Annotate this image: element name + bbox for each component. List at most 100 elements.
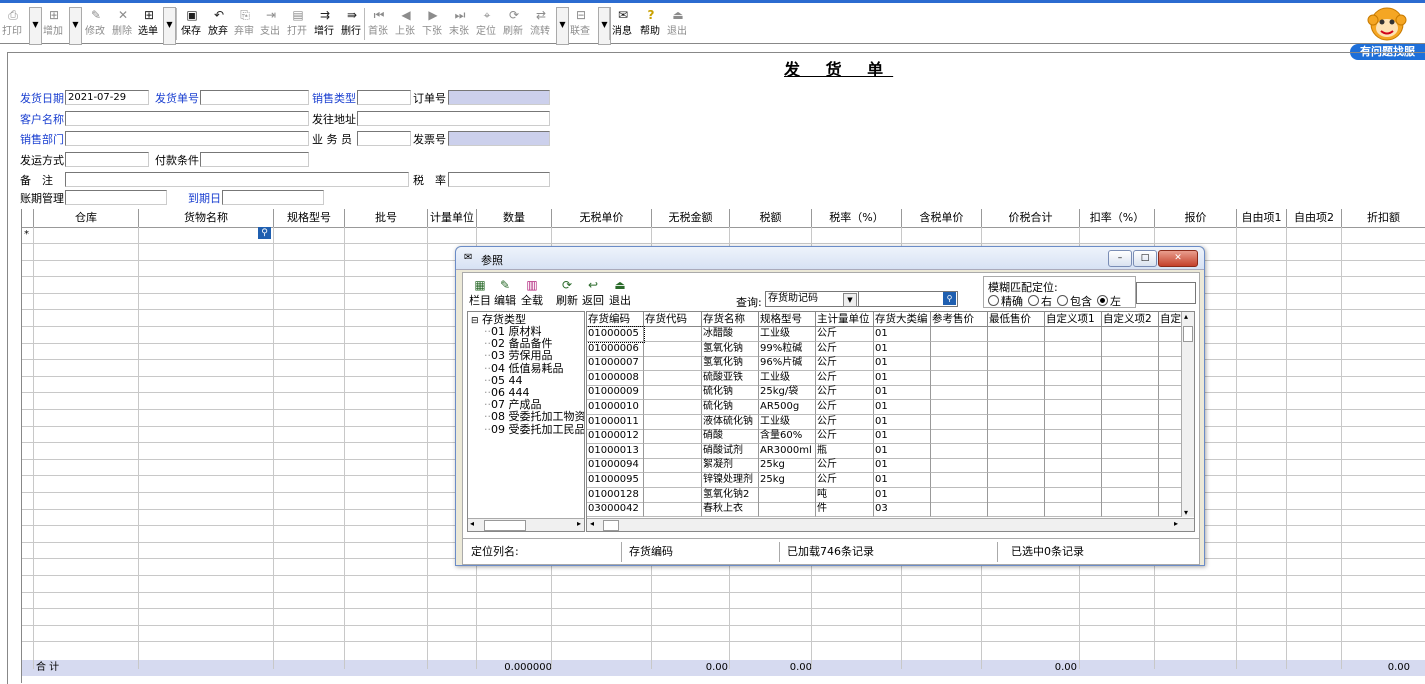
ref-grid-cell[interactable] [1159, 502, 1182, 518]
load-all-button[interactable]: ▥ 全载 [520, 278, 544, 308]
ship-method-field[interactable] [65, 152, 149, 167]
scroll-right-icon[interactable]: ▸ [577, 519, 581, 528]
ref-grid-code-cell[interactable]: 01000013 [587, 443, 644, 459]
ref-grid-header[interactable]: 存货代码 [644, 312, 702, 327]
ref-grid-cell[interactable] [644, 385, 702, 401]
grid-header-cell[interactable]: 规格型号 [274, 209, 345, 228]
grid-header-cell[interactable]: 自由项1 [1237, 209, 1287, 228]
ref-grid-cell[interactable] [1159, 341, 1182, 357]
ref-grid-cell[interactable] [1045, 327, 1102, 342]
ref-grid-cell[interactable] [1159, 400, 1182, 415]
tree-item[interactable]: ··09 受委托加工民品 [484, 423, 584, 436]
fuzzy-radio-option[interactable]: 右 [1028, 295, 1052, 308]
ref-grid-cell[interactable] [1045, 370, 1102, 386]
ref-grid-cell[interactable]: 01 [874, 429, 931, 445]
tree-item[interactable]: ··08 受委托加工物资 [484, 411, 584, 423]
ref-grid-code-cell[interactable]: 01000005 [587, 326, 645, 343]
ref-grid-header[interactable]: 自定 [1159, 312, 1182, 327]
grid-header-cell[interactable]: 批号 [345, 209, 428, 228]
close-icon[interactable]: ✕ [1158, 250, 1198, 267]
tree-item[interactable]: ··03 劳保用品 [484, 350, 553, 362]
grid-header-cell[interactable]: 计量单位 [428, 209, 477, 228]
edit-button[interactable]: ✎ 编辑 [493, 278, 517, 308]
tree-horizontal-scrollbar[interactable]: ◂ ▸ [468, 518, 584, 531]
due-date-field[interactable] [222, 190, 324, 205]
tree-item[interactable]: ··05 44 [484, 374, 523, 387]
ref-grid-header[interactable]: 自定义项1 [1045, 312, 1102, 327]
fuzzy-radio-option[interactable]: 左 [1097, 295, 1121, 308]
flow-button[interactable]: ⇄ 流转 [530, 6, 552, 44]
scroll-thumb[interactable] [603, 520, 619, 531]
monkey-logo-icon[interactable] [1366, 4, 1408, 42]
link-button[interactable]: ⊟ 联查 [570, 6, 592, 44]
row-selector-header[interactable] [22, 209, 34, 228]
ref-grid-cell[interactable]: 氢氧化钠2 [702, 487, 759, 503]
grid-header-cell[interactable]: 无税单价 [552, 209, 652, 228]
ref-grid-cell[interactable] [931, 487, 988, 503]
ref-grid-cell[interactable] [1102, 487, 1159, 503]
ref-grid-cell[interactable]: 01 [874, 458, 931, 474]
exit-button[interactable]: ⏏ 退出 [608, 278, 632, 308]
scroll-up-icon[interactable]: ▴ [1184, 312, 1188, 321]
ref-grid-cell[interactable]: 公斤 [816, 341, 874, 357]
ref-grid-cell[interactable] [988, 429, 1045, 445]
ref-grid-cell[interactable] [759, 502, 816, 518]
ref-grid-cell[interactable] [1102, 443, 1159, 459]
invoice-no-field[interactable] [448, 131, 550, 146]
select-button[interactable]: ⊞ 选单 [138, 6, 160, 44]
ref-grid-cell[interactable] [988, 443, 1045, 459]
next-button[interactable]: ▶ 下张 [422, 6, 444, 44]
ref-grid-cell[interactable]: 工业级 [759, 414, 816, 430]
ref-grid-cell[interactable] [1159, 443, 1182, 459]
ref-grid-cell[interactable]: 03 [874, 502, 931, 518]
search-icon[interactable]: ⚲ [943, 292, 956, 305]
ref-grid-cell[interactable] [1102, 327, 1159, 342]
minimize-icon[interactable]: – [1108, 250, 1132, 267]
ref-grid-cell[interactable] [644, 370, 702, 386]
last-button[interactable]: ⏭ 末张 [449, 6, 471, 44]
ref-grid-cell[interactable]: 公斤 [816, 414, 874, 430]
ref-grid-cell[interactable] [1159, 487, 1182, 503]
ref-grid-cell[interactable] [988, 414, 1045, 430]
ref-grid-cell[interactable]: 氢氧化钠 [702, 341, 759, 357]
query-input[interactable]: ⚲ [858, 291, 958, 307]
ref-grid-cell[interactable] [1102, 458, 1159, 474]
grid-header-cell[interactable]: 扣率（%） [1080, 209, 1155, 228]
ref-grid-cell[interactable]: 99%粒碱 [759, 341, 816, 357]
tree-item[interactable]: ··04 低值易耗品 [484, 362, 564, 375]
ref-grid-code-cell[interactable]: 01000006 [587, 341, 644, 357]
ref-grid-cell[interactable]: AR3000ml [759, 443, 816, 459]
ship-address-field[interactable] [357, 111, 550, 126]
ref-grid-cell[interactable] [1159, 458, 1182, 474]
ref-grid-code-cell[interactable]: 01000011 [587, 414, 644, 430]
sales-dept-field[interactable] [65, 131, 309, 146]
ref-grid-cell[interactable] [1045, 341, 1102, 357]
ref-grid-cell[interactable] [644, 414, 702, 430]
ref-grid-cell[interactable]: 01 [874, 473, 931, 488]
ref-grid-cell[interactable] [988, 327, 1045, 342]
ref-grid-cell[interactable] [988, 473, 1045, 488]
ref-grid-code-cell[interactable]: 01000008 [587, 370, 644, 386]
grid-header-cell[interactable]: 折扣额 [1342, 209, 1425, 228]
chevron-down-icon[interactable]: ▼ [843, 293, 857, 307]
ref-grid-code-cell[interactable]: 03000042 [587, 502, 644, 518]
ref-grid-cell[interactable] [988, 400, 1045, 415]
category-tree[interactable]: ⊟ 存货类型 ··01 原材料 ··02 备品备件 ··03 劳保用品 ··04 低值易… [467, 311, 585, 532]
tax-rate-field[interactable] [448, 172, 550, 187]
dialog-title-bar[interactable]: ✉ 参照 – □ ✕ [456, 247, 1204, 270]
del-row-button[interactable]: ⇛ 删行 [341, 6, 363, 44]
print-dropdown-icon[interactable]: ▼ [29, 7, 42, 45]
ref-grid-code-cell[interactable]: 01000007 [587, 356, 644, 372]
salesman-field[interactable] [357, 131, 411, 146]
ref-grid-cell[interactable] [1159, 414, 1182, 430]
ref-grid-cell[interactable] [644, 356, 702, 372]
ref-grid-cell[interactable]: AR500g [759, 400, 816, 415]
ship-date-field[interactable]: 2021-07-29 [65, 90, 149, 105]
sales-type-field[interactable] [357, 90, 411, 105]
fuzzy-input[interactable] [1136, 282, 1196, 304]
ref-grid-cell[interactable] [988, 458, 1045, 474]
ref-grid-code-cell[interactable]: 01000128 [587, 487, 644, 503]
flow-dropdown-icon[interactable]: ▼ [556, 7, 569, 45]
ref-grid-header[interactable]: 规格型号 [759, 312, 816, 327]
exit-button[interactable]: ⏏ 退出 [667, 6, 689, 44]
